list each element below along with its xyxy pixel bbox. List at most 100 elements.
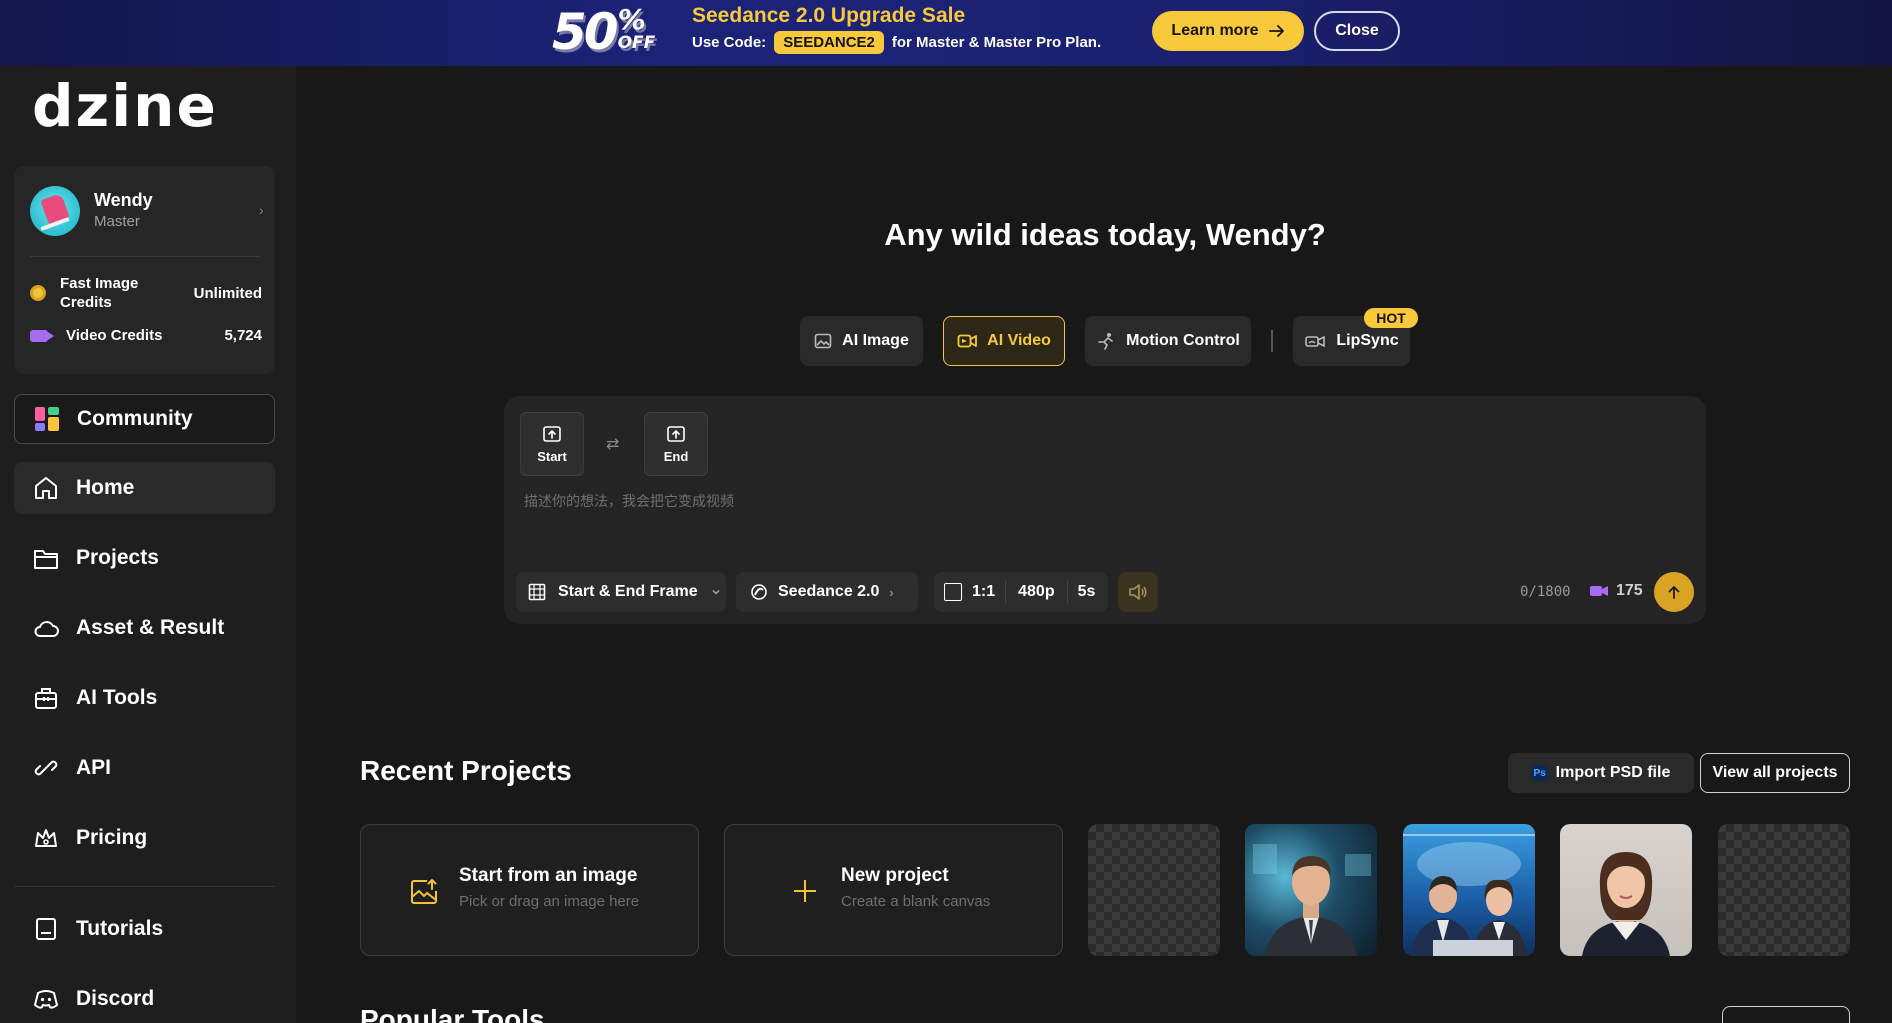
upload-image-icon	[543, 426, 561, 442]
start-label: Start	[537, 449, 567, 464]
news-anchors-image	[1403, 834, 1535, 956]
sidebar-item-label: Tutorials	[76, 917, 164, 940]
tab-label: AI Image	[842, 332, 909, 349]
discord-icon	[34, 990, 58, 1009]
motion-icon	[1098, 333, 1113, 350]
sidebar-item-home[interactable]: Home	[14, 462, 275, 514]
credit-value: Unlimited	[193, 284, 262, 302]
sidebar-item-label: Projects	[76, 546, 159, 569]
project-thumbnail[interactable]	[1245, 824, 1377, 956]
close-label: Close	[1335, 22, 1379, 39]
view-all-projects-button[interactable]: View all projects	[1700, 753, 1850, 793]
sidebar-item-ai-tools[interactable]: AI Tools	[14, 672, 275, 724]
sidebar-item-asset-result[interactable]: Asset & Result	[14, 602, 275, 654]
prompt-panel: Start ⇄ End Start & End Frame Seedance 2…	[504, 396, 1706, 624]
card-subtitle: Create a blank canvas	[841, 893, 991, 910]
project-thumbnail[interactable]	[1403, 824, 1535, 956]
swap-icon[interactable]: ⇄	[606, 434, 619, 454]
tab-label: AI Video	[987, 332, 1051, 349]
sidebar-item-tutorials[interactable]: Tutorials	[14, 903, 275, 955]
aspect-ratio-select[interactable]: 1:1	[934, 583, 1005, 601]
discount-off: OFF	[617, 33, 656, 53]
generate-button[interactable]	[1654, 572, 1694, 612]
chevron-right-icon: ›	[889, 584, 894, 600]
home-icon	[35, 477, 57, 499]
dzine-logo[interactable]: dzine	[32, 74, 218, 138]
tab-ai-video[interactable]: AI Video	[943, 316, 1065, 366]
resolution-select[interactable]: 480p	[1006, 583, 1066, 601]
page-title: Any wild ideas today, Wendy?	[884, 217, 1326, 252]
model-label: Seedance 2.0	[778, 583, 880, 600]
card-title: Start from an image	[459, 865, 638, 886]
sidebar-item-projects[interactable]: Projects	[14, 532, 275, 584]
frame-grid-icon	[528, 583, 546, 601]
folder-icon	[34, 550, 58, 569]
view-all-tools-button[interactable]	[1722, 1006, 1850, 1023]
project-thumbnail[interactable]	[1718, 824, 1850, 956]
aspect-square-icon	[944, 583, 962, 601]
import-psd-button[interactable]: Ps Import PSD file	[1508, 753, 1694, 793]
start-from-image-card[interactable]: Start from an image Pick or drag an imag…	[360, 824, 699, 956]
character-counter: 0/1800	[1520, 584, 1571, 600]
arrow-up-icon	[1668, 586, 1680, 599]
video-camera-icon	[30, 329, 54, 342]
sidebar-item-pricing[interactable]: Pricing	[14, 812, 275, 864]
community-icon	[35, 407, 59, 431]
credit-label: Fast Image Credits	[60, 275, 139, 311]
sidebar-item-label: Discord	[76, 987, 155, 1010]
sidebar-item-label: Asset & Result	[76, 616, 225, 639]
recent-projects-title: Recent Projects	[360, 755, 572, 786]
sidebar-item-label: API	[76, 756, 112, 779]
chevron-right-icon[interactable]: ›	[259, 202, 264, 218]
sidebar-item-label: Pricing	[76, 826, 148, 849]
sidebar-item-api[interactable]: API	[14, 742, 275, 794]
promo-banner: 50 % OFF Seedance 2.0 Upgrade Sale Use C…	[0, 0, 1892, 66]
sidebar-item-label: Home	[76, 476, 135, 499]
user-card[interactable]: Wendy Master › Fast Image Credits Unlimi…	[14, 166, 275, 374]
import-psd-label: Import PSD file	[1555, 764, 1671, 781]
arrow-right-icon	[1268, 25, 1284, 37]
sidebar-item-label: AI Tools	[76, 686, 158, 709]
promo-subtitle: Use Code: SEEDANCE2 for Master & Master …	[692, 31, 1101, 54]
duration-select[interactable]: 5s	[1068, 583, 1106, 601]
model-select[interactable]: Seedance 2.0 ›	[736, 572, 918, 612]
api-link-icon	[34, 760, 58, 776]
cloud-icon	[34, 621, 59, 637]
sound-toggle-button[interactable]	[1118, 572, 1158, 612]
frame-mode-label: Start & End Frame	[558, 583, 698, 600]
end-label: End	[663, 449, 689, 464]
frame-mode-select[interactable]: Start & End Frame	[516, 572, 726, 612]
tab-separator	[1271, 330, 1273, 352]
video-settings-group[interactable]: 1:1 480p 5s	[934, 572, 1108, 612]
promo-code[interactable]: SEEDANCE2	[774, 31, 884, 54]
tab-motion-control[interactable]: Motion Control	[1085, 316, 1251, 366]
photoshop-icon: Ps	[1531, 765, 1548, 781]
start-frame-button[interactable]: Start	[520, 412, 584, 476]
prompt-input[interactable]	[524, 486, 1624, 516]
discount-badge: 50 % OFF	[552, 6, 664, 59]
credit-cost: 175	[1590, 582, 1643, 600]
project-thumbnail[interactable]	[1560, 824, 1692, 956]
project-thumbnail[interactable]	[1088, 824, 1220, 956]
upload-image-icon	[667, 426, 685, 442]
credit-value: 5,724	[224, 327, 262, 344]
close-banner-button[interactable]: Close	[1314, 11, 1400, 51]
learn-more-button[interactable]: Learn more	[1152, 11, 1304, 51]
credit-label: Video Credits	[66, 327, 163, 344]
toolbox-icon	[35, 688, 57, 709]
video-credits-row: Video Credits 5,724	[30, 326, 262, 345]
plus-icon	[794, 880, 816, 902]
card-title: New project	[841, 865, 949, 886]
end-frame-button[interactable]: End	[644, 412, 708, 476]
tab-ai-image[interactable]: AI Image	[800, 316, 923, 366]
chevron-down-icon	[712, 589, 720, 595]
user-name: Wendy	[94, 190, 153, 210]
sidebar-item-community[interactable]: Community	[14, 394, 275, 444]
divider	[30, 256, 260, 257]
credit-cost-value: 175	[1616, 582, 1643, 599]
woman-portrait-image	[1582, 852, 1670, 956]
new-project-card[interactable]: New project Create a blank canvas	[724, 824, 1063, 956]
lipsync-icon	[1305, 335, 1326, 348]
tab-label: Motion Control	[1126, 332, 1240, 349]
sidebar-item-discord[interactable]: Discord	[14, 973, 275, 1023]
